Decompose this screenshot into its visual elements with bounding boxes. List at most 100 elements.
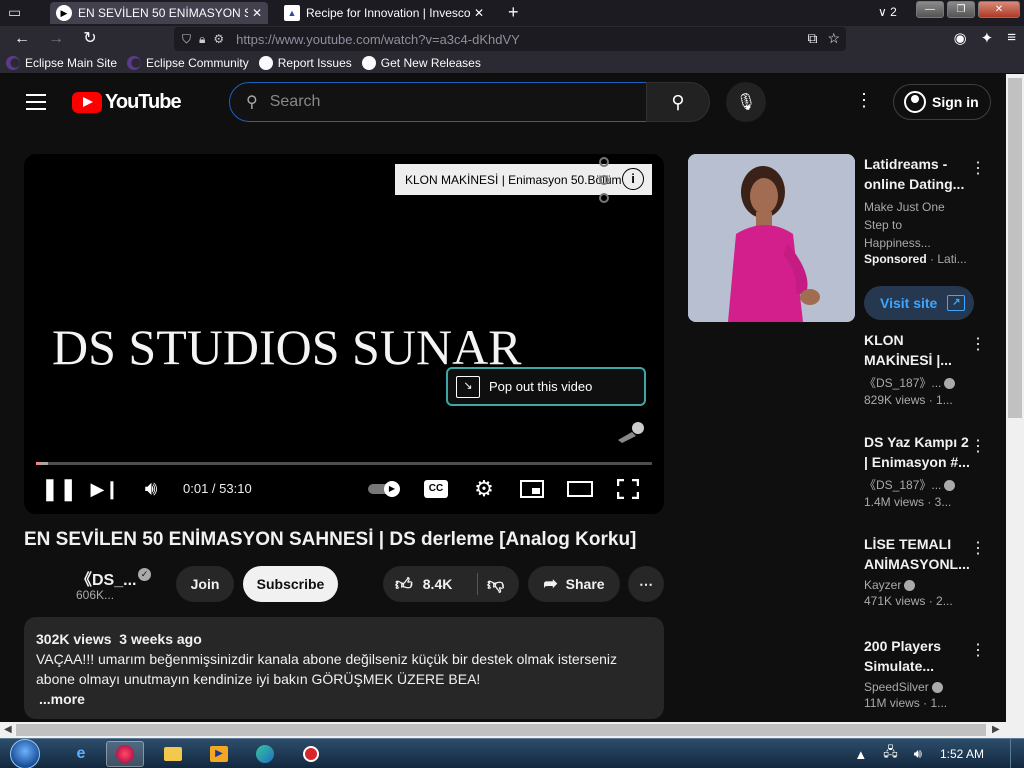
menu-icon[interactable]: ≡ [1007, 29, 1016, 47]
network-icon[interactable]: 🖧 [883, 743, 898, 765]
restore-button[interactable]: ❐ [947, 1, 975, 18]
pause-icon[interactable]: ❚❚ [41, 474, 78, 504]
sign-in-button[interactable]: Sign in [893, 84, 991, 120]
firefox-icon[interactable] [106, 741, 144, 767]
folder-icon[interactable] [154, 741, 192, 767]
join-button[interactable]: Join [176, 566, 234, 602]
reload-button[interactable]: ↻ [80, 29, 100, 49]
bookmark-eclipse-main[interactable]: Eclipse Main Site [6, 55, 117, 70]
info-card-teaser[interactable]: KLON MAKİNESİ | Enimasyon 50.Bölüm i [395, 164, 652, 195]
tab-invesco[interactable]: ▲ Recipe for Innovation | Invesco US ✕ [278, 2, 490, 24]
like-count: 8.4K [422, 576, 453, 592]
recommendation-item[interactable]: KLON MAKİNESİ |... 《DS_187》... 829K view… [864, 330, 974, 407]
bookmark-report-issues[interactable]: Report Issues [258, 55, 352, 70]
reader-view-icon[interactable]: ⧉ [807, 30, 817, 47]
recommendation-item[interactable]: 200 Players Simulate... SpeedSilver 11M … [864, 636, 974, 710]
progress-bar[interactable] [36, 462, 652, 465]
bookmarks-toolbar: Eclipse Main Site Eclipse Community Repo… [0, 52, 1024, 74]
show-desktop-button[interactable] [1010, 739, 1024, 768]
fullscreen-icon[interactable] [613, 474, 643, 504]
permissions-icon[interactable]: ⚙ [213, 32, 224, 46]
clock[interactable]: 1:52 AM [940, 747, 984, 761]
rec-menu-icon[interactable]: ⋮ [970, 640, 986, 660]
rec-menu-icon[interactable]: ⋮ [970, 334, 986, 354]
settings-more-icon[interactable]: ⋮ [852, 90, 876, 111]
account-icon[interactable]: ◉ [954, 29, 967, 47]
next-icon[interactable]: ▶❙ [90, 474, 120, 504]
forward-button[interactable]: → [46, 29, 66, 49]
close-window-button[interactable]: ✕ [978, 1, 1020, 18]
show-more-link[interactable]: ...more [39, 689, 652, 709]
media-player-icon[interactable]: ▶ [200, 741, 238, 767]
tab-close-icon[interactable]: ✕ [474, 6, 484, 20]
thumbs-down-icon[interactable]: 👎︎ [487, 574, 504, 595]
minimize-button[interactable]: — [916, 1, 944, 18]
info-icon[interactable]: i [622, 168, 644, 190]
scroll-left-icon[interactable]: ◀ [4, 724, 12, 735]
logo-text: YouTube [105, 91, 182, 113]
share-button[interactable]: ➦ Share [528, 566, 620, 602]
shield-icon[interactable]: ⛉ [182, 32, 191, 47]
search-button[interactable]: ⚲ [646, 82, 710, 122]
ad-info[interactable]: Latidreams - online Dating... Make Just … [864, 154, 968, 266]
start-button[interactable] [6, 739, 46, 768]
ad-title: Latidreams - online Dating... [864, 156, 965, 192]
rec-menu-icon[interactable]: ⋮ [970, 538, 986, 558]
gear-icon[interactable]: ⚙ [469, 474, 499, 504]
ad-description: Make Just One Step to Happiness... [864, 200, 945, 250]
tab-title: EN SEVİLEN 50 ENİMASYON SAHNES [78, 6, 248, 20]
play-icon: ▶ [384, 481, 400, 497]
more-actions-icon[interactable]: ⋯ [628, 566, 664, 602]
search-input[interactable] [269, 93, 600, 111]
channel-watermark-icon[interactable] [616, 416, 646, 444]
new-tab-button[interactable]: + [508, 3, 519, 21]
volume-icon[interactable]: 🔊︎ [136, 474, 166, 504]
horizontal-scrollbar[interactable]: ◀ ▶ [0, 722, 1006, 738]
edge-icon[interactable] [246, 741, 284, 767]
subscribe-button[interactable]: Subscribe [243, 566, 338, 602]
ie-icon[interactable]: e [62, 741, 100, 767]
guide-menu-icon[interactable] [26, 94, 46, 115]
bookmark-new-releases[interactable]: Get New Releases [361, 55, 481, 70]
ad-thumbnail[interactable] [688, 154, 855, 322]
scrollbar-thumb[interactable] [16, 724, 986, 736]
thumbs-up-icon: 👍︎ [395, 574, 413, 594]
lock-icon[interactable]: 🔒︎ [199, 32, 205, 47]
visit-site-button[interactable]: Visit site ↗ [864, 286, 974, 320]
ad-menu-icon[interactable]: ⋮ [970, 158, 986, 178]
like-button[interactable]: 👍︎ 8.4K [395, 574, 452, 595]
youtube-logo[interactable]: YouTube [72, 91, 182, 114]
autoplay-toggle[interactable]: ▶ [368, 481, 402, 497]
scroll-right-icon[interactable]: ▶ [992, 724, 1000, 735]
description-box[interactable]: 302K views 3 weeks ago VAÇAA!!! umarım b… [24, 617, 664, 719]
channel-name[interactable]: 《DS_... [76, 566, 136, 590]
rec-meta: 471K views · 2... [864, 594, 953, 608]
bookmark-eclipse-community[interactable]: Eclipse Community [127, 55, 249, 70]
rec-menu-icon[interactable]: ⋮ [970, 436, 986, 456]
extensions-icon[interactable]: ✦ [981, 29, 994, 47]
url-text[interactable]: https://www.youtube.com/watch?v=a3c4-dKh… [236, 32, 520, 47]
back-button[interactable]: ← [12, 29, 32, 49]
recommendation-item[interactable]: LİSE TEMALI ANİMASYONL... Kayzer 471K vi… [864, 534, 974, 608]
voice-search-button[interactable]: 🎙︎ [726, 82, 766, 122]
pop-out-button[interactable]: ↘ Pop out this video [446, 367, 646, 406]
tab-youtube[interactable]: ▶ EN SEVİLEN 50 ENİMASYON SAHNES ✕ [50, 2, 268, 24]
volume-icon[interactable]: 🔊︎ [914, 746, 922, 762]
vertical-scrollbar[interactable] [1006, 74, 1024, 722]
record-icon[interactable] [292, 741, 330, 767]
github-icon [258, 55, 273, 70]
subtitles-icon[interactable]: CC [424, 480, 448, 498]
miniplayer-icon[interactable] [517, 474, 547, 504]
tab-close-icon[interactable]: ✕ [252, 6, 262, 20]
recommendation-item[interactable]: DS Yaz Kampı 2 | Enimasyon #... 《DS_187》… [864, 432, 974, 509]
upload-age: 3 weeks ago [119, 631, 202, 647]
search-box[interactable]: ⚲ [229, 82, 647, 122]
theater-mode-icon[interactable] [565, 474, 595, 504]
video-player[interactable]: DS STUDIOS SUNAR KLON MAKİNESİ | Enimasy… [24, 154, 664, 514]
tab-count[interactable]: ∨ 2 [878, 5, 897, 19]
url-bar[interactable]: ⛉ 🔒︎ ⚙ https://www.youtube.com/watch?v=a… [174, 27, 846, 51]
bookmark-star-icon[interactable]: ☆ [827, 30, 840, 47]
scrollbar-thumb[interactable] [1008, 78, 1022, 418]
tab-list-icon[interactable]: ▭ [8, 4, 30, 22]
show-hidden-icons-icon[interactable]: ▲ [854, 747, 867, 762]
